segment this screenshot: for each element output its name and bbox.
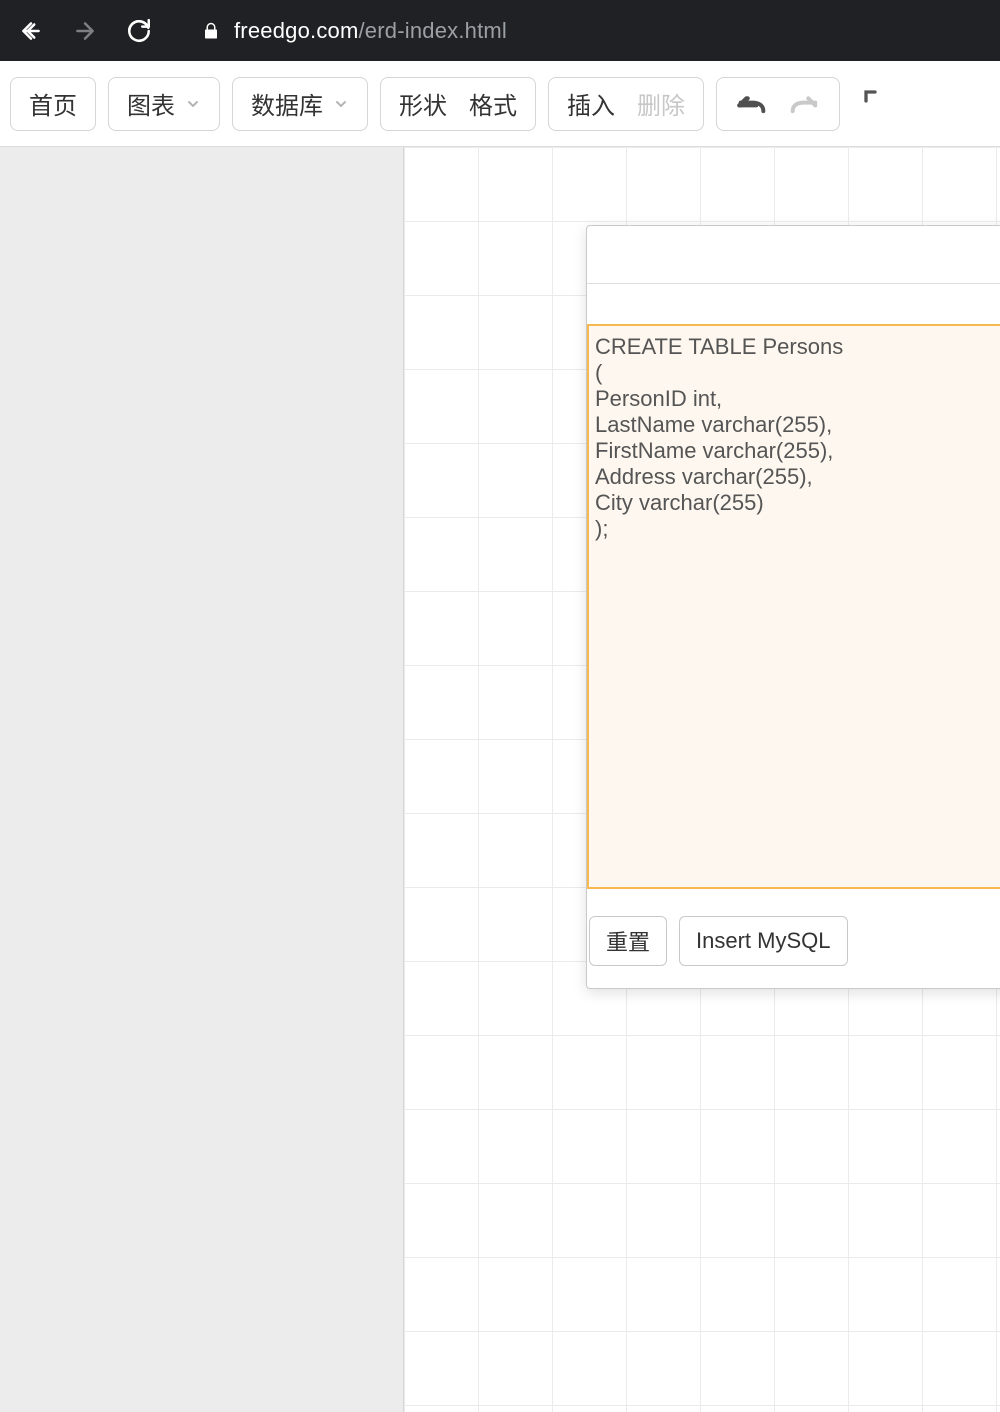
- address-bar[interactable]: freedgo.com/erd-index.html: [202, 18, 507, 44]
- insert-button[interactable]: 插入: [567, 86, 615, 121]
- insert-delete-group: 插入 删除: [548, 77, 704, 131]
- undo-icon[interactable]: [735, 92, 769, 116]
- database-dropdown[interactable]: 数据库: [232, 77, 368, 131]
- url-text: freedgo.com/erd-index.html: [234, 18, 507, 44]
- browser-bar: freedgo.com/erd-index.html: [0, 0, 1000, 61]
- popup-header: [587, 226, 1000, 284]
- chevron-down-icon: [185, 96, 201, 112]
- shape-button[interactable]: 形状: [399, 86, 447, 121]
- lock-icon: [202, 21, 220, 41]
- format-button[interactable]: 格式: [469, 86, 517, 121]
- chevron-down-icon: [333, 96, 349, 112]
- home-button[interactable]: 首页: [10, 77, 96, 131]
- url-domain: freedgo.com: [234, 18, 359, 43]
- sql-textarea[interactable]: [587, 324, 1000, 889]
- reset-button[interactable]: 重置: [589, 916, 667, 966]
- left-sidebar[interactable]: [0, 147, 404, 1412]
- chart-label: 图表: [127, 86, 175, 121]
- insert-mysql-button[interactable]: Insert MySQL: [679, 916, 847, 966]
- reload-icon[interactable]: [126, 18, 152, 44]
- sql-popup: 重置 Insert MySQL: [586, 225, 1000, 989]
- home-label: 首页: [29, 86, 77, 121]
- popup-buttons: 重置 Insert MySQL: [587, 894, 1000, 988]
- browser-nav: [18, 18, 152, 44]
- forward-icon[interactable]: [72, 18, 98, 44]
- canvas[interactable]: 重置 Insert MySQL: [404, 147, 1000, 1412]
- back-icon[interactable]: [18, 18, 44, 44]
- popup-body: 重置 Insert MySQL: [587, 284, 1000, 988]
- chart-dropdown[interactable]: 图表: [108, 77, 220, 131]
- workspace: 重置 Insert MySQL: [0, 147, 1000, 1412]
- app-toolbar: 首页 图表 数据库 形状 格式 插入 删除: [0, 61, 1000, 147]
- redo-icon[interactable]: [787, 92, 821, 116]
- url-path: /erd-index.html: [359, 18, 508, 43]
- database-label: 数据库: [251, 86, 323, 121]
- fullscreen-button[interactable]: [860, 86, 896, 122]
- delete-button: 删除: [637, 86, 685, 121]
- undo-redo-group: [716, 77, 840, 131]
- shape-format-group: 形状 格式: [380, 77, 536, 131]
